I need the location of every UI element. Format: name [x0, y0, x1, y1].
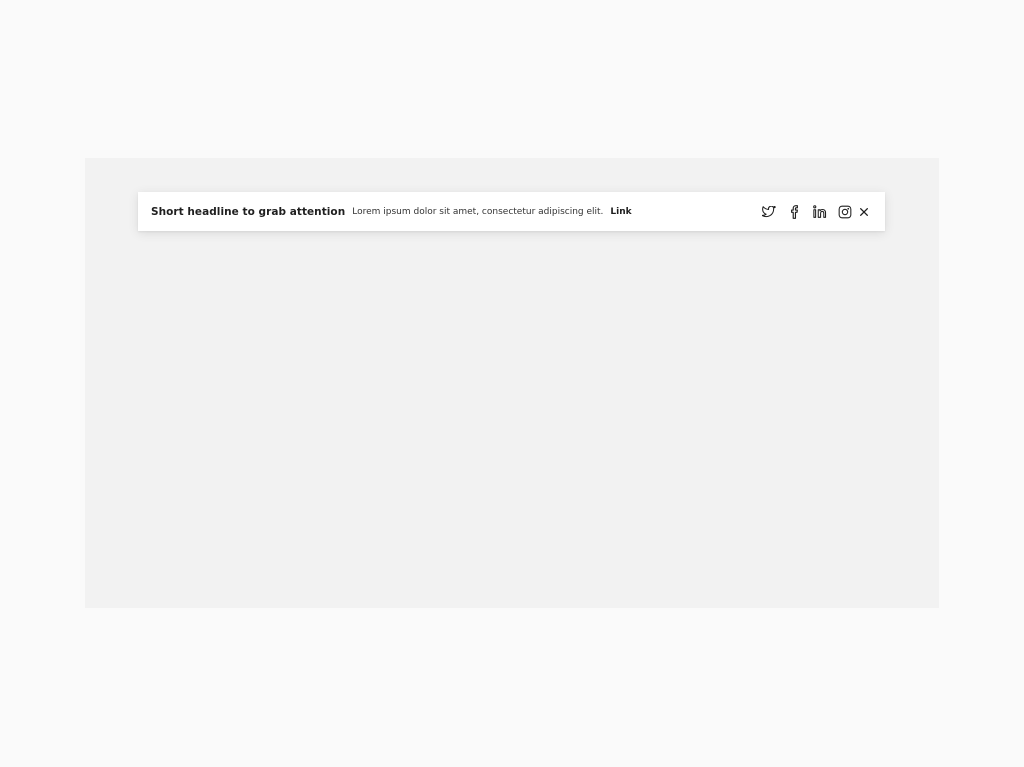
instagram-icon[interactable]	[837, 204, 853, 220]
banner-headline: Short headline to grab attention	[151, 205, 346, 218]
linkedin-icon[interactable]	[812, 204, 828, 220]
close-icon[interactable]	[856, 204, 872, 220]
preview-stage: Short headline to grab attention Lorem i…	[85, 158, 939, 608]
banner-link[interactable]: Link	[610, 207, 631, 217]
social-links	[761, 204, 873, 220]
banner-body-text: Lorem ipsum dolor sit amet, consectetur …	[352, 206, 604, 217]
facebook-icon[interactable]	[786, 204, 802, 220]
announcement-banner: Short headline to grab attention Lorem i…	[138, 192, 885, 231]
twitter-icon[interactable]	[761, 204, 777, 220]
